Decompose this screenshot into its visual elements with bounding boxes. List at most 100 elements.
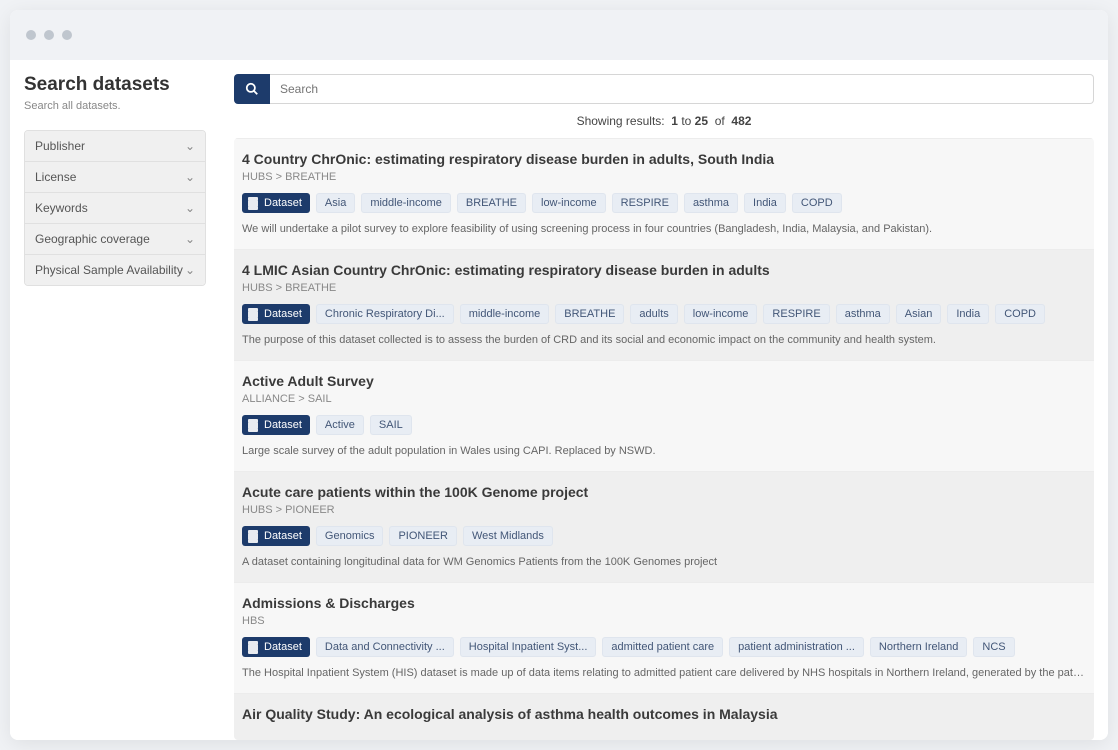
result-breadcrumb: HUBS > BREATHE	[242, 171, 1086, 183]
results-info-prefix: Showing results:	[577, 114, 665, 128]
result-description: A dataset containing longitudinal data f…	[242, 556, 1086, 568]
results-info: Showing results: 1 to 25 of 482	[234, 114, 1094, 128]
dataset-badge: Dataset	[242, 193, 310, 213]
tag[interactable]: COPD	[792, 193, 842, 213]
dataset-badge: Dataset	[242, 637, 310, 657]
dataset-badge-label: Dataset	[264, 530, 302, 542]
dataset-badge: Dataset	[242, 304, 310, 324]
dataset-badge-label: Dataset	[264, 197, 302, 209]
filter-item[interactable]: Geographic coverage⌄	[25, 224, 205, 255]
result-description: We will undertake a pilot survey to expl…	[242, 223, 1086, 235]
result-tags: Dataset Asia middle-income BREATHE low-incom…	[242, 193, 1086, 213]
tag[interactable]: SAIL	[370, 415, 412, 435]
tag[interactable]: asthma	[836, 304, 890, 324]
filter-item[interactable]: Publisher ⌄	[25, 131, 205, 162]
filter-label: Physical Sample Availability	[35, 263, 183, 277]
result-item[interactable]: Active Adult SurveyALLIANCE > SAILDatase…	[234, 360, 1094, 471]
result-description: The Hospital Inpatient System (HIS) data…	[242, 667, 1086, 679]
tag[interactable]: patient administration ...	[729, 637, 864, 657]
filter-item[interactable]: License⌄	[25, 162, 205, 193]
results-to: 25	[695, 114, 708, 128]
tag[interactable]: admitted patient care	[602, 637, 723, 657]
dataset-icon	[248, 311, 258, 318]
tag[interactable]: Asia	[316, 193, 355, 213]
tag[interactable]: Northern Ireland	[870, 637, 968, 657]
dataset-badge-label: Dataset	[264, 419, 302, 431]
result-breadcrumb: HBS	[242, 615, 1086, 627]
result-tags: Dataset Data and Connectivity ... Hospital…	[242, 637, 1086, 657]
tag[interactable]: Genomics	[316, 526, 384, 546]
page-subtitle: Search all datasets.	[24, 100, 206, 112]
dataset-badge: Dataset	[242, 415, 310, 435]
tag[interactable]: Active	[316, 415, 364, 435]
result-item[interactable]: Air Quality Study: An ecological analysi…	[234, 693, 1094, 740]
chevron-down-icon: ⌄	[185, 201, 195, 215]
result-breadcrumb: HUBS > PIONEER	[242, 504, 1086, 516]
dataset-badge-label: Dataset	[264, 641, 302, 653]
tag[interactable]: Chronic Respiratory Di...	[316, 304, 454, 324]
result-title: Admissions & Discharges	[242, 595, 1086, 611]
filter-list: Publisher⌄License⌄Keywords⌄Geographic co…	[24, 130, 206, 286]
dataset-badge-label: Dataset	[264, 308, 302, 320]
result-item[interactable]: 4 Country ChrOnic: estimating respirator…	[234, 138, 1094, 249]
tag[interactable]: low-income	[684, 304, 758, 324]
result-tags: Dataset Active SAIL	[242, 415, 1086, 435]
sidebar: Search datasets Search all datasets. Pub…	[10, 60, 220, 740]
tag[interactable]: RESPIRE	[763, 304, 829, 324]
results-from: 1	[671, 114, 678, 128]
tag[interactable]: RESPIRE	[612, 193, 678, 213]
result-item[interactable]: 4 LMIC Asian Country ChrOnic: estimating…	[234, 249, 1094, 360]
tag[interactable]: West Midlands	[463, 526, 553, 546]
tag[interactable]: COPD	[995, 304, 1045, 324]
tag[interactable]: low-income	[532, 193, 606, 213]
result-item[interactable]: Admissions & Discharges HBS Dataset Data an…	[234, 582, 1094, 693]
window-dot	[62, 30, 72, 40]
result-description: Large scale survey of the adult populati…	[242, 445, 1086, 457]
tag[interactable]: asthma	[684, 193, 738, 213]
tag[interactable]: Asian	[896, 304, 942, 324]
dataset-icon	[248, 422, 258, 429]
result-title: 4 LMIC Asian Country ChrOnic: estimating…	[242, 262, 1086, 278]
titlebar	[10, 10, 1108, 60]
chevron-down-icon: ⌄	[185, 232, 195, 246]
results-of: of	[715, 114, 725, 128]
app-window: Search datasets Search all datasets. Pub…	[10, 10, 1108, 740]
tag[interactable]: India	[744, 193, 786, 213]
result-breadcrumb: ALLIANCE > SAIL	[242, 393, 1086, 405]
tag[interactable]: adults	[630, 304, 677, 324]
chevron-down-icon: ⌄	[185, 170, 195, 184]
search-input[interactable]	[270, 74, 1094, 104]
dataset-icon	[248, 533, 258, 540]
tag[interactable]: Data and Connectivity ...	[316, 637, 454, 657]
tag[interactable]: BREATHE	[457, 193, 526, 213]
dataset-icon	[248, 200, 258, 207]
result-description: The purpose of this dataset collected is…	[242, 334, 1086, 346]
result-tags: Dataset GenomicsPIONEER West Midlands	[242, 526, 1086, 546]
results-mid: to	[681, 114, 691, 128]
result-item[interactable]: Acute care patients within the 100K Geno…	[234, 471, 1094, 582]
search-button[interactable]	[234, 74, 270, 104]
content: Search datasets Search all datasets. Pub…	[10, 60, 1108, 740]
tag[interactable]: middle-income	[361, 193, 451, 213]
page-title: Search datasets	[24, 74, 206, 96]
tag[interactable]: NCS	[973, 637, 1014, 657]
result-title: 4 Country ChrOnic: estimating respirator…	[242, 151, 1086, 167]
filter-item[interactable]: Physical Sample Availability⌄	[25, 255, 205, 285]
result-breadcrumb: HUBS > BREATHE	[242, 282, 1086, 294]
tag[interactable]: Hospital Inpatient Syst...	[460, 637, 597, 657]
main-panel: Showing results: 1 to 25 of 482 4 Countr…	[220, 60, 1108, 740]
result-title: Acute care patients within the 100K Geno…	[242, 484, 1086, 500]
tag[interactable]: BREATHE	[555, 304, 624, 324]
filter-label: Keywords	[35, 201, 88, 215]
result-tags: Dataset Chronic Respiratory Di... middle-i…	[242, 304, 1086, 324]
dataset-icon	[248, 644, 258, 651]
tag[interactable]: India	[947, 304, 989, 324]
filter-label: Publisher	[35, 139, 85, 153]
results-total: 482	[731, 114, 751, 128]
search-icon	[245, 82, 259, 96]
chevron-down-icon: ⌄	[185, 139, 195, 153]
search-bar	[234, 74, 1094, 104]
tag[interactable]: middle-income	[460, 304, 550, 324]
tag[interactable]: PIONEER	[389, 526, 457, 546]
filter-item[interactable]: Keywords ⌄	[25, 193, 205, 224]
